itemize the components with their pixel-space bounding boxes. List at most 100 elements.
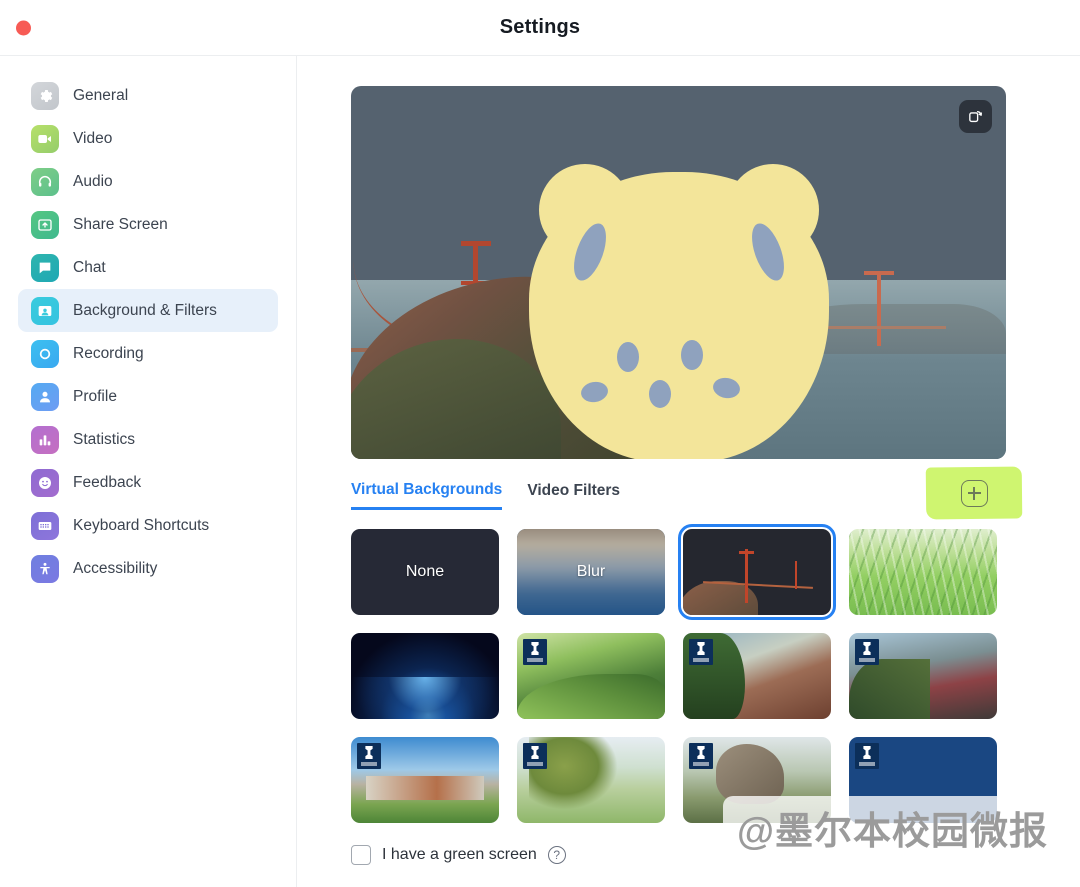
university-wordmark xyxy=(859,762,875,766)
window-titlebar: Settings xyxy=(0,0,1080,56)
bear-nose xyxy=(648,380,671,409)
background-thumbnail-grass[interactable] xyxy=(849,529,997,615)
virtual-background-grid: None Blur xyxy=(351,524,1006,823)
university-logo-badge xyxy=(357,743,381,769)
background-thumbnail-golden-gate[interactable] xyxy=(678,524,836,620)
university-crest-icon xyxy=(697,746,705,759)
tab-virtual-backgrounds[interactable]: Virtual Backgrounds xyxy=(351,481,503,510)
add-background-area xyxy=(925,466,1023,520)
preview-far-bridge-tower xyxy=(877,271,881,346)
university-wordmark xyxy=(527,762,543,766)
university-wordmark xyxy=(693,762,709,766)
sidebar-item-label: General xyxy=(73,86,129,104)
university-crest-icon xyxy=(365,746,373,759)
university-logo-badge xyxy=(855,639,879,665)
thumbnail-far-tower xyxy=(795,561,797,589)
university-logo-badge xyxy=(523,743,547,769)
thumbnail-label: Blur xyxy=(576,563,606,580)
sidebar-item-background-and-filters[interactable]: Background & Filters xyxy=(18,289,278,332)
accessibility-icon xyxy=(31,554,59,583)
university-crest-icon xyxy=(531,642,539,655)
background-thumbnail-modern-building[interactable] xyxy=(849,633,997,719)
sidebar-item-label: Profile xyxy=(73,387,117,405)
background-thumbnail-trees[interactable] xyxy=(517,737,665,823)
sidebar-item-general[interactable]: General xyxy=(18,74,278,117)
chat-bubble-icon xyxy=(31,253,59,282)
share-screen-icon xyxy=(31,210,59,239)
video-preview xyxy=(351,86,1006,459)
university-wordmark xyxy=(859,658,875,662)
sidebar-item-recording[interactable]: Recording xyxy=(18,332,278,375)
university-crest-icon xyxy=(863,642,871,655)
sidebar-item-label: Feedback xyxy=(73,473,142,491)
add-background-button[interactable] xyxy=(960,479,988,507)
background-thumbnail-heritage-building[interactable] xyxy=(683,633,831,719)
background-thumbnail-garden[interactable] xyxy=(517,633,665,719)
sidebar-item-statistics[interactable]: Statistics xyxy=(18,418,278,461)
university-crest-icon xyxy=(697,642,705,655)
university-crest-icon xyxy=(863,746,871,759)
sidebar-item-label: Share Screen xyxy=(73,215,168,233)
sidebar-item-feedback[interactable]: Feedback xyxy=(18,461,278,504)
university-logo-badge xyxy=(689,743,713,769)
university-logo-badge xyxy=(689,639,713,665)
keyboard-icon xyxy=(31,511,59,540)
sidebar-item-label: Recording xyxy=(73,344,144,362)
green-screen-label: I have a green screen xyxy=(382,846,537,863)
bear-head xyxy=(528,172,829,459)
sidebar-item-keyboard-shortcuts[interactable]: Keyboard Shortcuts xyxy=(18,504,278,547)
sidebar-item-label: Background & Filters xyxy=(73,301,217,319)
record-circle-icon xyxy=(31,339,59,368)
bear-eye-right xyxy=(680,340,703,371)
green-screen-checkbox[interactable] xyxy=(351,845,371,865)
bear-eye-left xyxy=(616,342,639,373)
close-window-button[interactable] xyxy=(16,20,31,35)
university-logo-badge xyxy=(523,639,547,665)
background-thumbnail-blur[interactable]: Blur xyxy=(517,529,665,615)
sidebar-item-label: Audio xyxy=(73,172,113,190)
window-controls xyxy=(16,20,31,35)
sidebar-item-accessibility[interactable]: Accessibility xyxy=(18,547,278,590)
sidebar-item-label: Accessibility xyxy=(73,559,158,577)
sidebar-item-profile[interactable]: Profile xyxy=(18,375,278,418)
preview-bridge-tower-crossbeam xyxy=(461,241,491,246)
background-thumbnail-earth[interactable] xyxy=(351,633,499,719)
background-thumbnail-campus[interactable] xyxy=(351,737,499,823)
background-thumbnail-sculpture[interactable] xyxy=(683,737,831,823)
question-mark-icon[interactable]: ? xyxy=(547,846,566,864)
background-person-icon xyxy=(31,296,59,325)
avatar-bear-sticker xyxy=(528,142,829,459)
tab-video-filters[interactable]: Video Filters xyxy=(527,482,620,508)
person-icon xyxy=(31,382,59,411)
sidebar-item-label: Chat xyxy=(73,258,106,276)
window-title: Settings xyxy=(499,16,581,38)
mirror-video-button[interactable] xyxy=(959,100,992,133)
sidebar-item-audio[interactable]: Audio xyxy=(18,160,278,203)
preview-far-bridge-deck xyxy=(816,326,946,329)
thumbnail-bridge-crossbeam xyxy=(739,551,754,554)
settings-sidebar: General Video Audio Share Screen Chat Ba… xyxy=(0,56,297,887)
background-thumbnail-plain-blue[interactable] xyxy=(849,737,997,823)
university-logo-badge xyxy=(855,743,879,769)
settings-body: General Video Audio Share Screen Chat Ba… xyxy=(0,56,1080,887)
university-wordmark xyxy=(527,658,543,662)
mirror-video-icon xyxy=(969,111,982,123)
background-tabs: Virtual Backgrounds Video Filters xyxy=(351,466,1023,520)
background-filters-panel: Virtual Backgrounds Video Filters None B… xyxy=(297,56,1080,887)
sidebar-item-video[interactable]: Video xyxy=(18,117,278,160)
university-wordmark xyxy=(361,762,377,766)
video-camera-icon xyxy=(31,124,59,153)
headphones-icon xyxy=(31,167,59,196)
background-thumbnail-none[interactable]: None xyxy=(351,529,499,615)
sidebar-item-label: Video xyxy=(73,129,113,147)
university-wordmark xyxy=(693,658,709,662)
bar-chart-icon xyxy=(31,425,59,454)
sidebar-item-label: Statistics xyxy=(73,430,136,448)
gear-icon xyxy=(31,81,59,110)
sidebar-item-share-screen[interactable]: Share Screen xyxy=(18,203,278,246)
smiley-face-icon xyxy=(31,468,59,497)
thumbnail-label: None xyxy=(405,563,445,580)
green-screen-row: I have a green screen ? xyxy=(351,845,1006,865)
thumbnail-bridge-tower xyxy=(745,549,748,603)
sidebar-item-chat[interactable]: Chat xyxy=(18,246,278,289)
